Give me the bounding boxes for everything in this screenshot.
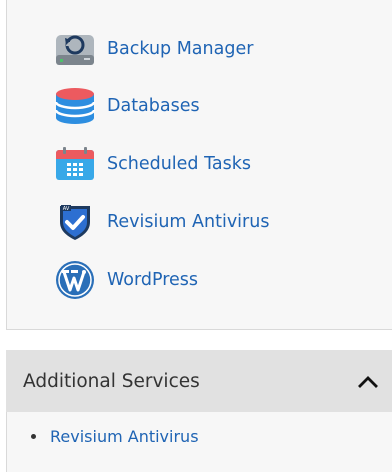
tool-backup-manager[interactable]: Backup Manager	[54, 29, 253, 69]
tool-wordpress[interactable]: WordPress	[54, 260, 198, 300]
additional-services-list: Revisium Antivirus	[6, 412, 392, 472]
tool-label: Databases	[107, 96, 200, 116]
tools-panel: Backup Manager Databases Scheduled Tasks…	[6, 0, 392, 330]
tool-label: Backup Manager	[107, 39, 254, 59]
backup-drive-icon	[54, 29, 96, 69]
tool-scheduled-tasks[interactable]: Scheduled Tasks	[54, 144, 251, 184]
tool-label: Revisium Antivirus	[107, 212, 270, 232]
bullet-icon	[31, 434, 36, 439]
svg-text:AV: AV	[63, 206, 70, 212]
wordpress-icon	[54, 260, 96, 300]
chevron-up-icon[interactable]	[356, 370, 380, 394]
tool-label: WordPress	[107, 270, 199, 290]
database-icon	[54, 86, 96, 126]
tool-label: Scheduled Tasks	[107, 154, 251, 174]
section-title: Additional Services	[23, 370, 200, 392]
list-item[interactable]: Revisium Antivirus	[31, 427, 199, 446]
tool-revisium-antivirus[interactable]: AV Revisium Antivirus	[54, 202, 269, 242]
additional-services-header[interactable]: Additional Services	[6, 350, 392, 412]
antivirus-shield-icon: AV	[54, 202, 96, 242]
service-link[interactable]: Revisium Antivirus	[50, 427, 199, 446]
calendar-icon	[54, 144, 96, 184]
tool-databases[interactable]: Databases	[54, 86, 200, 126]
